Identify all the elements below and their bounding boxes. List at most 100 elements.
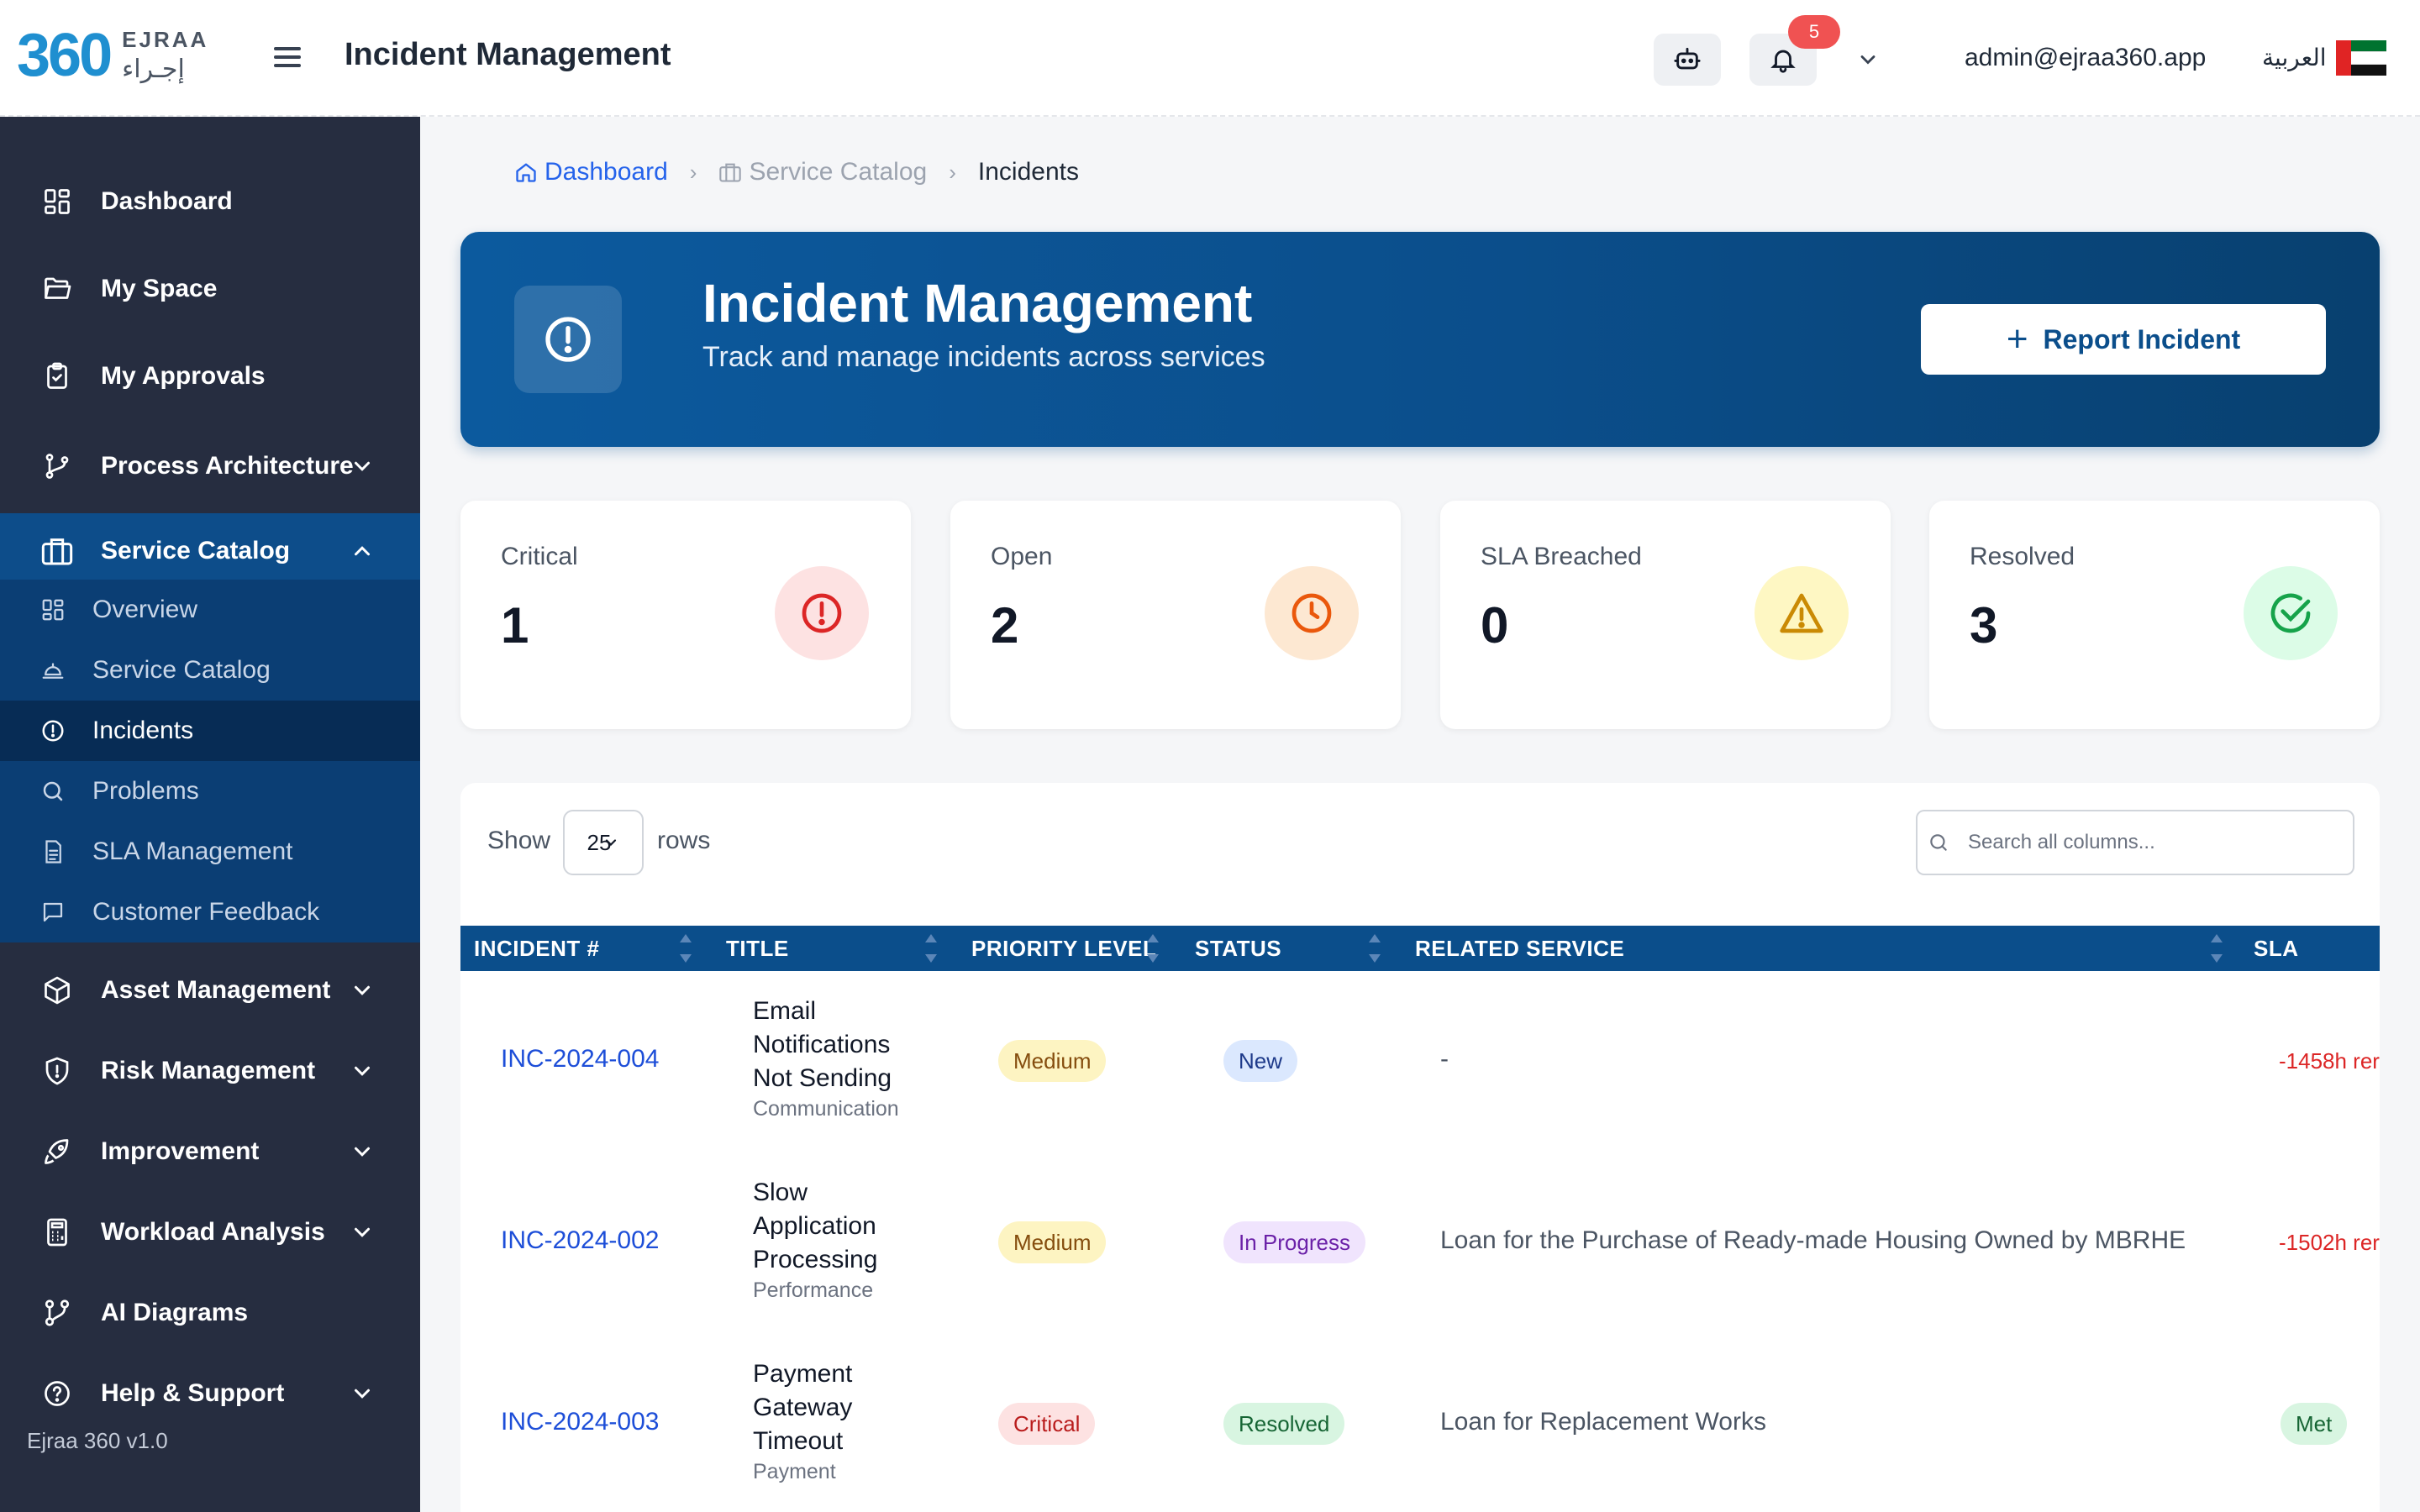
incident-id-link[interactable]: INC-2024-002 — [501, 1226, 659, 1255]
status-badge: New — [1223, 1040, 1298, 1082]
sidebar-item-my-space[interactable]: My Space — [0, 251, 420, 327]
submenu-label: Problems — [92, 777, 199, 805]
title-line: Timeout — [753, 1427, 844, 1455]
sidebar-item-label: Improvement — [101, 1137, 260, 1165]
table-row[interactable]: INC-2024-004 Email Notifications Not Sen… — [460, 971, 2380, 1152]
sidebar-item-dashboard[interactable]: Dashboard — [0, 164, 420, 239]
priority-badge: Critical — [998, 1403, 1096, 1445]
submenu-item-service-catalog[interactable]: Service Catalog — [0, 640, 420, 701]
stat-label: Open — [991, 543, 1053, 570]
sidebar-item-label: Dashboard — [101, 187, 233, 215]
app-version: Ejraa 360 v1.0 — [27, 1428, 168, 1453]
sidebar-item-asset-management[interactable]: Asset Management — [0, 953, 420, 1028]
sidebar-item-ai-diagrams[interactable]: AI Diagrams — [0, 1275, 420, 1351]
sla-badge: Met — [2281, 1403, 2348, 1445]
breadcrumb: Dashboard › Service Catalog › Incidents — [514, 158, 1079, 186]
page-subtitle: Track and manage incidents across servic… — [702, 341, 1265, 373]
sort-icon[interactable] — [2210, 934, 2223, 963]
sidebar-item-service-catalog[interactable]: Service Catalog — [0, 513, 420, 589]
sort-icon[interactable] — [1368, 934, 1381, 963]
bell-icon — [1770, 50, 1796, 73]
show-label: Show — [487, 827, 551, 854]
ai-assistant-button[interactable] — [1654, 34, 1721, 86]
breadcrumb-home-label: Dashboard — [544, 158, 668, 186]
sidebar-item-process-architecture[interactable]: Process Architecture — [0, 428, 420, 504]
submenu-item-customer-feedback[interactable]: Customer Feedback — [0, 882, 420, 942]
page-title: Incident Management — [702, 273, 1253, 333]
table-search[interactable] — [1916, 810, 2354, 875]
title-line: Processing — [753, 1246, 878, 1273]
logo-wordmark: EJRAA إجـراء — [122, 29, 208, 82]
incident-category: Communication — [753, 1097, 899, 1121]
stat-value: 1 — [501, 597, 529, 654]
stat-value: 3 — [1970, 597, 1998, 654]
chevron-down-icon — [606, 839, 617, 847]
stat-card-sla-breached: SLA Breached 0 — [1440, 501, 1891, 729]
submenu-item-overview[interactable]: Overview — [0, 580, 420, 640]
incident-title: Payment Gateway Timeout Payment — [753, 1357, 852, 1485]
table-row[interactable]: INC-2024-002 Slow Application Processing… — [460, 1152, 2380, 1334]
document-icon — [39, 837, 67, 866]
submenu-item-incidents[interactable]: Incidents — [0, 701, 420, 761]
shield-alert-icon — [40, 1054, 74, 1088]
menu-toggle-icon[interactable] — [272, 42, 302, 72]
sort-icon[interactable] — [679, 934, 692, 963]
rows-per-page-select[interactable]: 25 — [563, 810, 644, 875]
folder-open-icon — [40, 272, 74, 306]
help-circle-icon — [40, 1377, 74, 1410]
title-line: Payment — [753, 1360, 853, 1388]
chevron-down-icon[interactable] — [1854, 45, 1882, 74]
logo-en: EJRAA — [122, 27, 209, 52]
column-header-sla[interactable]: SLA — [2254, 926, 2299, 971]
column-header-priority[interactable]: PRIORITY LEVEL — [971, 926, 1156, 971]
breadcrumb-dashboard[interactable]: Dashboard — [514, 158, 668, 186]
sidebar-item-workload-analysis[interactable]: Workload Analysis — [0, 1194, 420, 1270]
git-branch-icon — [40, 449, 74, 483]
column-header-title[interactable]: TITLE — [726, 926, 789, 971]
status-badge: In Progress — [1223, 1221, 1365, 1263]
title-line: Not Sending — [753, 1064, 892, 1092]
ejraa-logo[interactable]: 360 EJRAA إجـراء — [17, 25, 208, 86]
home-icon — [516, 163, 536, 182]
sort-icon[interactable] — [924, 934, 938, 963]
stat-value: 2 — [991, 597, 1019, 654]
warning-triangle-icon — [1754, 566, 1849, 660]
service-bell-icon — [39, 656, 67, 685]
report-incident-button[interactable]: + Report Incident — [1921, 304, 2326, 375]
sidebar-item-improvement[interactable]: Improvement — [0, 1114, 420, 1189]
breadcrumb-parent-label: Service Catalog — [749, 158, 928, 186]
chevron-right-icon: › — [689, 159, 697, 185]
submenu-item-sla-management[interactable]: SLA Management — [0, 822, 420, 882]
uae-flag-icon[interactable] — [2336, 40, 2386, 76]
sidebar-item-my-approvals[interactable]: My Approvals — [0, 339, 420, 414]
user-email[interactable]: admin@ejraa360.app — [1965, 44, 2206, 72]
clipboard-check-icon — [40, 360, 74, 393]
incident-id-link[interactable]: INC-2024-003 — [501, 1408, 659, 1436]
table-row[interactable]: INC-2024-003 Payment Gateway Timeout Pay… — [460, 1334, 2380, 1512]
incident-id-link[interactable]: INC-2024-004 — [501, 1045, 659, 1074]
logo-ar: إجـراء — [122, 55, 185, 83]
submenu-item-problems[interactable]: Problems — [0, 761, 420, 822]
sla-value: -1502h rer — [2279, 1230, 2380, 1255]
search-input[interactable] — [1968, 831, 2338, 854]
sidebar-item-label: Asset Management — [101, 976, 331, 1004]
submenu-label: Overview — [92, 596, 198, 623]
dashboard-grid-icon — [40, 185, 74, 218]
sidebar: Dashboard My Space My Approvals Process … — [0, 117, 420, 1512]
sidebar-item-risk-management[interactable]: Risk Management — [0, 1033, 420, 1109]
priority-badge: Medium — [998, 1040, 1107, 1082]
column-header-status[interactable]: STATUS — [1195, 926, 1281, 971]
breadcrumb-service-catalog[interactable]: Service Catalog — [718, 158, 927, 186]
stat-card-resolved: Resolved 3 — [1929, 501, 2380, 729]
incident-category: Performance — [753, 1278, 874, 1302]
column-header-incident[interactable]: INCIDENT # — [474, 926, 599, 971]
table-header: INCIDENT # TITLE PRIORITY LEVEL STATUS R… — [460, 926, 2380, 971]
sidebar-item-help-support[interactable]: Help & Support — [0, 1356, 420, 1431]
top-page-title: Incident Management — [345, 37, 671, 72]
language-toggle[interactable]: العربية — [2262, 44, 2327, 71]
sort-icon[interactable] — [1146, 934, 1160, 963]
submenu-label: Incidents — [92, 717, 194, 744]
message-square-icon — [39, 898, 67, 927]
notification-count-badge: 5 — [1788, 15, 1840, 49]
column-header-related-service[interactable]: RELATED SERVICE — [1415, 926, 1624, 971]
